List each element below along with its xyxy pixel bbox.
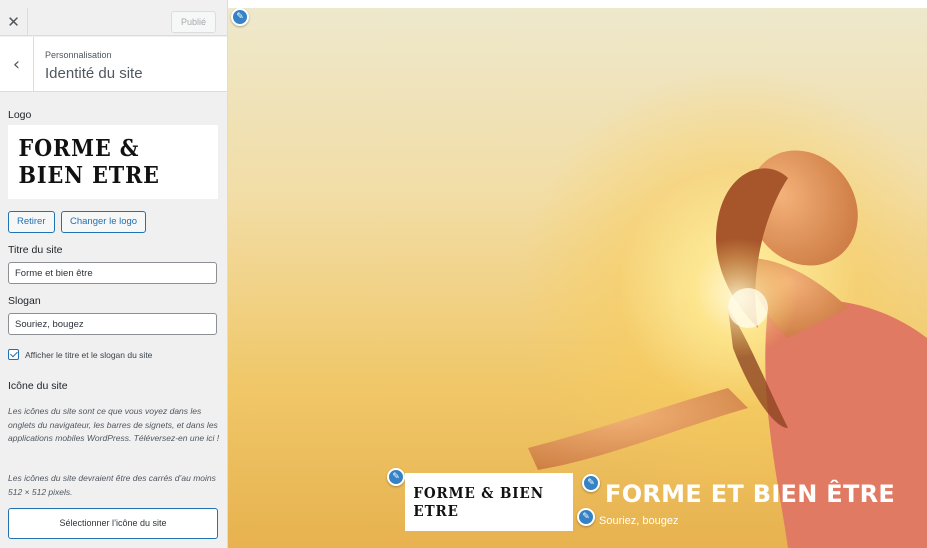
site-icon-heading: Icône du site [8,380,68,392]
site-title-input[interactable] [8,262,217,284]
tagline-input[interactable] [8,313,217,335]
preview-logo[interactable]: FORME & BIEN ETRE [405,473,573,531]
pencil-icon[interactable]: ✎ [582,474,600,492]
section-title: Identité du site [45,65,143,82]
tagline-label: Slogan [8,295,41,307]
pencil-icon[interactable]: ✎ [231,8,249,26]
remove-logo-button[interactable]: Retirer [8,211,55,233]
pencil-icon[interactable]: ✎ [387,468,405,486]
preview-site-title[interactable]: FORME ET BIEN ÊTRE [605,480,895,508]
chevron-left-icon[interactable]: ‹ [0,37,34,92]
close-icon[interactable]: ✕ [0,8,28,36]
section-header: ‹ Personnalisation Identité du site [0,37,227,92]
publish-button[interactable]: Publié [170,11,216,33]
customizer-sidebar: ✕ Publié ‹ Personnalisation Identité du … [0,0,228,548]
display-title-label[interactable]: Afficher le titre et le slogan du site [25,350,152,360]
site-preview: ✎ ✎ ✎ ✎ FORME & BIEN ETRE FORME ET BIEN … [228,0,927,548]
site-title-label: Titre du site [8,244,63,256]
pencil-icon[interactable]: ✎ [577,508,595,526]
site-icon-size-note: Les icônes du site devraient être des ca… [8,473,216,497]
preview-logo-text: FORME & BIEN ETRE [413,484,544,520]
logo-image-text: FORME & BIEN ETRE [18,135,160,189]
select-site-icon-button[interactable]: Sélectionner l’icône du site [8,508,218,539]
display-title-checkbox[interactable] [8,349,19,360]
hero-image: ✎ ✎ ✎ ✎ FORME & BIEN ETRE FORME ET BIEN … [228,8,927,548]
preview-tagline[interactable]: Souriez, bougez [599,515,679,527]
logo-label: Logo [8,109,32,121]
site-icon-description: Les icônes du site sont ce que vous voye… [8,406,220,443]
hero-figure-illustration [528,150,927,548]
breadcrumb: Personnalisation [45,50,112,60]
customizer-header: ✕ Publié [0,8,227,36]
change-logo-button[interactable]: Changer le logo [61,211,147,233]
logo-preview[interactable]: FORME & BIEN ETRE [8,125,218,199]
